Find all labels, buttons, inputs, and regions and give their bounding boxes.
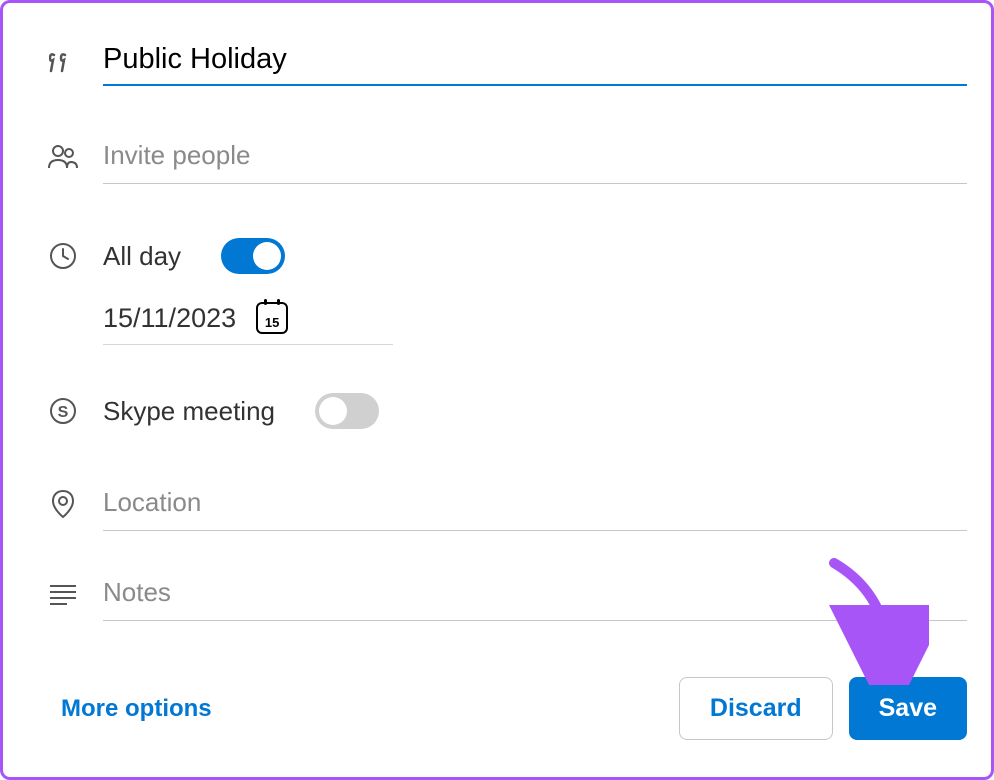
skype-meeting-label: Skype meeting <box>103 396 275 427</box>
discard-button[interactable]: Discard <box>679 677 833 740</box>
invite-people-input[interactable] <box>103 130 967 184</box>
svg-text:S: S <box>58 404 69 421</box>
clock-icon <box>47 242 79 270</box>
more-options-link[interactable]: More options <box>61 695 212 723</box>
calendar-icon: 15 <box>256 302 288 334</box>
skype-icon: S <box>47 397 79 425</box>
date-field[interactable]: 15/11/2023 15 <box>103 302 393 345</box>
notes-icon <box>47 583 79 605</box>
title-icon <box>47 53 79 73</box>
location-icon <box>47 489 79 519</box>
save-button[interactable]: Save <box>849 677 967 740</box>
notes-input[interactable] <box>103 567 967 621</box>
date-value: 15/11/2023 <box>103 303 236 334</box>
people-icon <box>47 144 79 170</box>
all-day-toggle[interactable] <box>221 238 285 274</box>
location-input[interactable] <box>103 477 967 531</box>
skype-meeting-toggle[interactable] <box>315 393 379 429</box>
all-day-label: All day <box>103 241 181 272</box>
event-title-input[interactable] <box>103 39 967 86</box>
